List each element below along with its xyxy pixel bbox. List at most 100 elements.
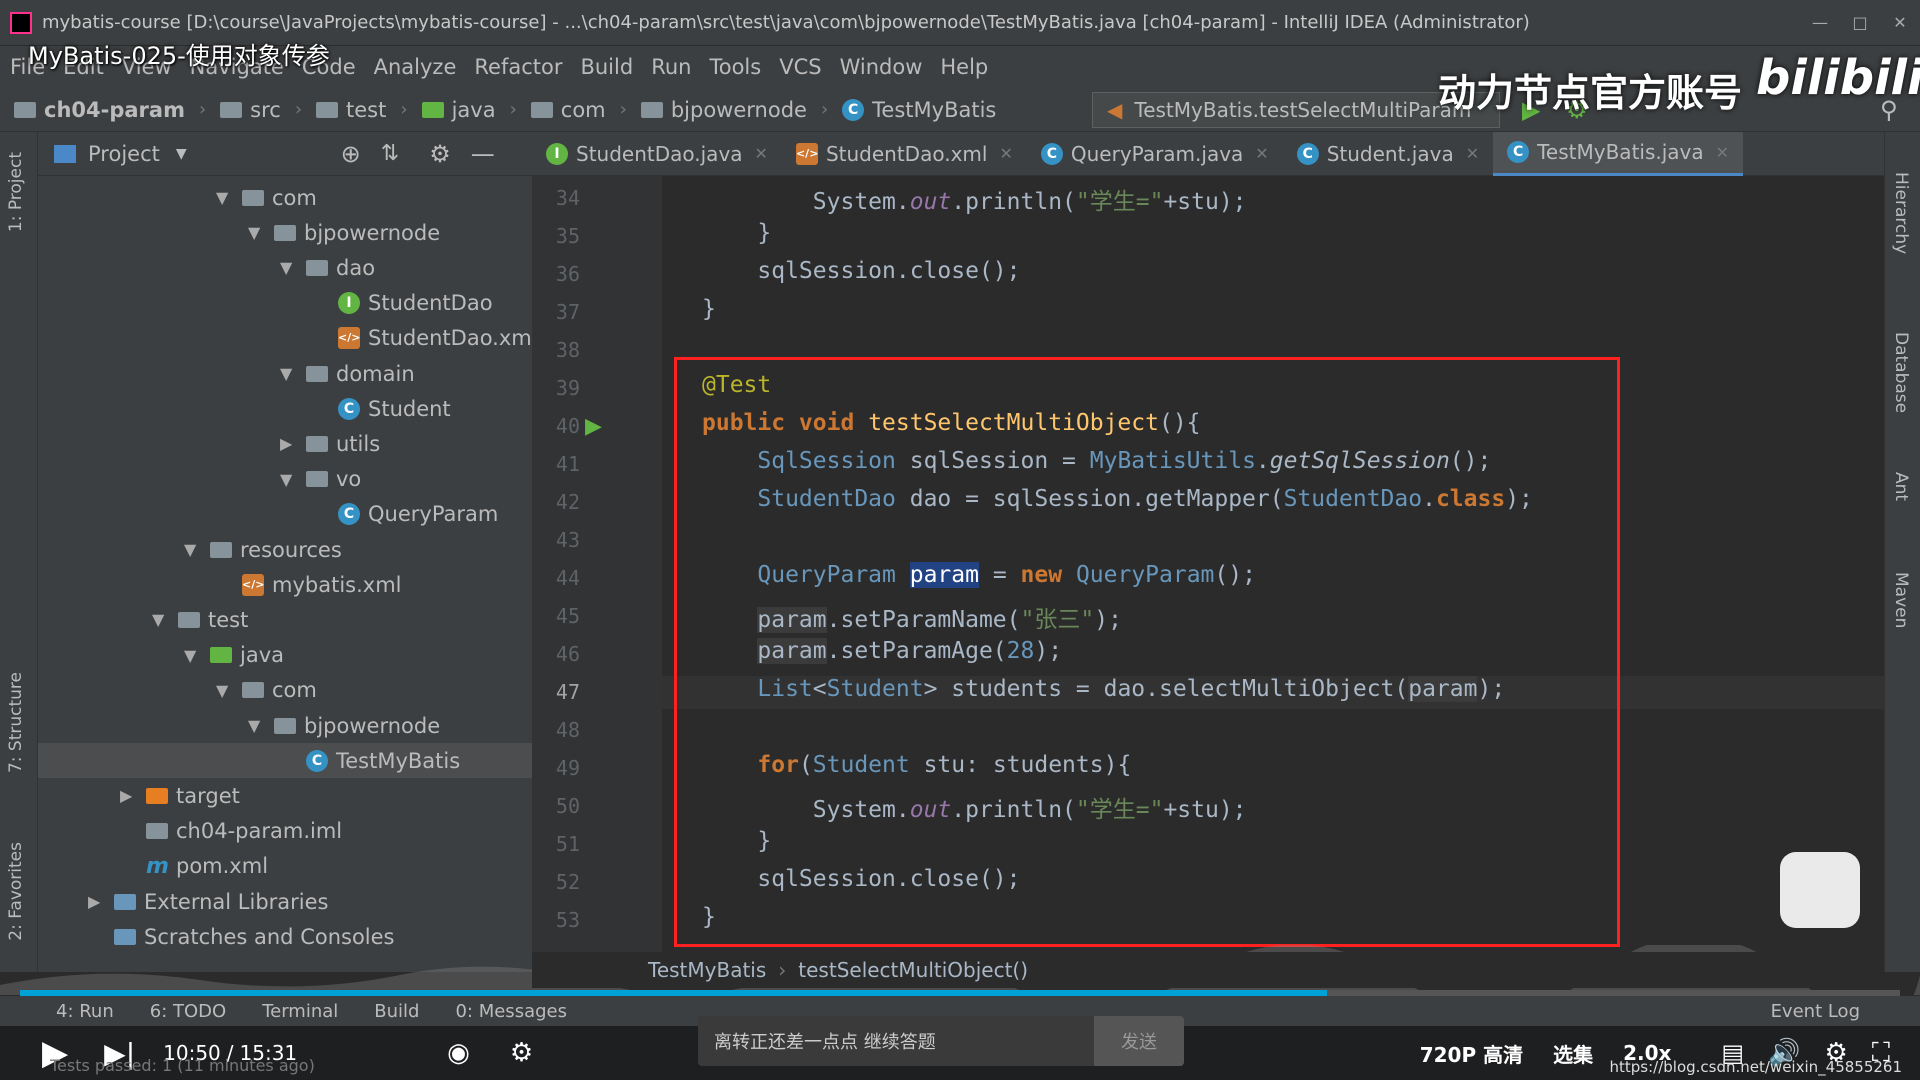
nav-crumb-3[interactable]: java [421,98,496,122]
tool-tab-ant[interactable]: Ant [1891,472,1911,501]
close-tab-icon[interactable]: ✕ [999,144,1012,163]
editor-tab-1[interactable]: </> StudentDao.xml ✕ [782,132,1027,176]
expand-right-icon[interactable]: ▶ [120,786,140,805]
menu-tools[interactable]: Tools [709,55,761,79]
tree-item[interactable]: ▼ java [184,638,284,673]
chevron-right-icon: › [619,99,627,120]
tree-item[interactable]: ▼ bjpowernode [248,708,440,743]
tool-tab-favorites[interactable]: 2: Favorites [6,842,26,941]
tree-item[interactable]: ▼ bjpowernode [248,215,440,250]
tree-item[interactable]: ▶ External Libraries [88,884,329,919]
nav-crumb-5[interactable]: bjpowernode [640,98,807,122]
quality-select[interactable]: 720P 高清 [1420,1039,1523,1068]
breadcrumb-method[interactable]: testSelectMultiObject() [798,958,1028,982]
danmu-toggle-icon[interactable]: ◉ [447,1038,470,1068]
nav-crumb-6[interactable]: C TestMyBatis [842,98,996,122]
tree-item[interactable]: C Student [312,391,451,426]
close-tab-icon[interactable]: ✕ [755,144,768,163]
expand-down-icon[interactable]: ▼ [152,610,172,629]
tree-item[interactable]: m pom.xml [120,849,268,884]
expand-down-icon[interactable]: ▼ [248,223,268,242]
expand-down-icon[interactable]: ▼ [184,646,204,665]
scratches-icon [114,928,136,945]
tool-build[interactable]: Build [374,1001,419,1022]
close-icon[interactable]: ✕ [1880,9,1920,37]
tree-item[interactable]: I StudentDao [312,286,493,321]
tool-run[interactable]: 4: Run [56,1001,114,1022]
tree-item[interactable]: ▼ domain [280,356,415,391]
tree-item[interactable]: ▼ resources [184,532,342,567]
gear-icon[interactable]: ⚙ [429,140,451,168]
tree-item[interactable]: C TestMyBatis [38,743,532,779]
tool-tab-project[interactable]: 1: Project [6,152,26,232]
editor-tab-0[interactable]: I StudentDao.java ✕ [532,132,782,176]
tree-item[interactable]: </> mybatis.xml [216,567,402,602]
line-number: 37 [555,300,580,324]
code-line-37[interactable]: } [702,296,716,322]
expand-right-icon[interactable]: ▶ [88,892,108,911]
tool-todo[interactable]: 6: TODO [150,1001,226,1022]
tree-item[interactable]: ▼ com [216,180,317,215]
tree-item[interactable]: C QueryParam [312,497,498,532]
nav-crumb-0[interactable]: ch04-param [14,98,185,122]
tool-tab-database[interactable]: Database [1891,332,1911,413]
nav-crumb-2[interactable]: test [316,98,386,122]
close-tab-icon[interactable]: ✕ [1716,143,1729,162]
tree-item[interactable]: ch04-param.iml [120,814,342,849]
tool-tab-maven[interactable]: Maven [1891,572,1911,628]
menu-refactor[interactable]: Refactor [474,55,562,79]
danmu-input[interactable]: 离转正还差一点点 继续答题 发送 [698,1016,1184,1066]
tool-tab-hierarchy[interactable]: Hierarchy [1891,172,1911,254]
run-test-gutter-icon[interactable]: ▶ [585,414,602,439]
expand-right-icon[interactable]: ▶ [280,434,300,453]
menu-run[interactable]: Run [651,55,691,79]
expand-down-icon[interactable]: ▼ [248,716,268,735]
tree-item[interactable]: ▼ dao [280,250,375,285]
tree-item[interactable]: ▶ utils [280,426,380,461]
code-line-35[interactable]: } [702,220,771,246]
tree-item[interactable]: </> StudentDao.xml [312,321,538,356]
minimize-icon[interactable]: — [1800,9,1840,37]
expand-down-icon[interactable]: ▼ [280,258,300,277]
tool-event-log[interactable]: Event Log [1771,1001,1860,1022]
editor-tab-4[interactable]: C TestMyBatis.java ✕ [1493,131,1744,176]
line-number: 46 [555,642,580,666]
expand-down-icon[interactable]: ▼ [280,470,300,489]
episodes-button[interactable]: 选集 [1553,1039,1593,1068]
expand-down-icon[interactable]: ▼ [280,364,300,383]
nav-crumb-4[interactable]: com [530,98,606,122]
expand-down-icon[interactable]: ▼ [216,188,236,207]
menu-analyze[interactable]: Analyze [374,55,457,79]
video-title: MyBatis-025-使用对象传参 [28,42,330,70]
editor-tab-3[interactable]: C Student.java ✕ [1283,132,1493,176]
menu-window[interactable]: Window [840,55,923,79]
danmu-settings-icon[interactable]: ⚙ [510,1038,533,1068]
tree-item[interactable]: ▶ target [120,778,240,813]
danmu-send-button[interactable]: 发送 [1094,1016,1184,1066]
collapse-all-icon[interactable]: ⇅ [381,141,399,166]
nav-crumb-1[interactable]: src [220,98,281,122]
menu-vcs[interactable]: VCS [779,55,821,79]
close-tab-icon[interactable]: ✕ [1255,144,1268,163]
hide-panel-icon[interactable]: — [471,140,495,168]
bilibili-tv-icon[interactable] [1780,852,1860,928]
menu-help[interactable]: Help [940,55,988,79]
code-line-36[interactable]: sqlSession.close(); [702,258,1020,284]
expand-down-icon[interactable]: ▼ [216,681,236,700]
tree-item[interactable]: ▼ vo [280,462,361,497]
tree-item[interactable]: ▼ test [152,602,248,637]
tool-messages[interactable]: 0: Messages [455,1001,567,1022]
project-view-select[interactable]: Project [88,142,160,166]
code-line-34[interactable]: System.out.println("学生="+stu); [702,182,1247,216]
breadcrumb-class[interactable]: TestMyBatis [648,958,766,982]
editor-tab-2[interactable]: C QueryParam.java ✕ [1027,132,1283,176]
expand-down-icon[interactable]: ▼ [184,540,204,559]
tool-tab-structure[interactable]: 7: Structure [6,672,26,773]
tree-item[interactable]: ▼ com [216,673,317,708]
locate-icon[interactable]: ⊕ [341,140,361,168]
close-tab-icon[interactable]: ✕ [1466,144,1479,163]
chevron-down-icon[interactable]: ▼ [176,146,187,162]
menu-build[interactable]: Build [580,55,633,79]
tool-terminal[interactable]: Terminal [262,1001,338,1022]
maximize-icon[interactable]: □ [1840,9,1880,37]
